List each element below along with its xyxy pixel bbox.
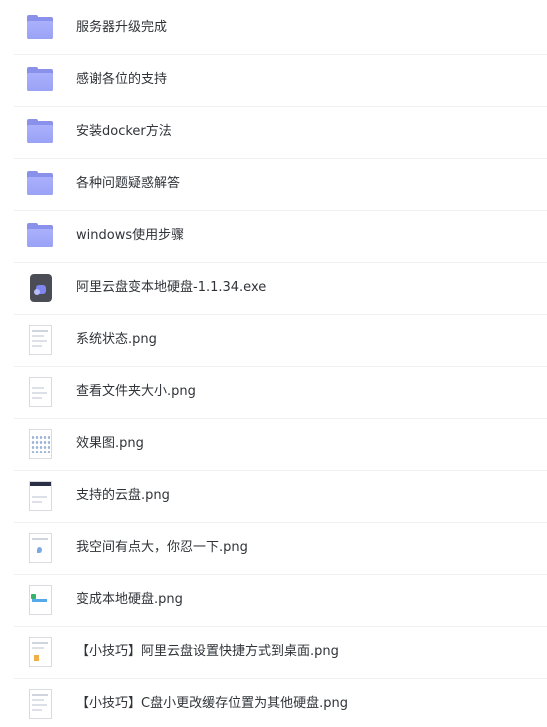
image-thumbnail-icon: [26, 377, 54, 407]
image-thumbnail-icon: [26, 689, 54, 719]
folder-icon: [26, 223, 54, 249]
file-row-image[interactable]: 系统状态.png: [14, 315, 547, 367]
folder-icon: [26, 67, 54, 93]
file-row-exe[interactable]: 阿里云盘变本地硬盘-1.1.34.exe: [14, 263, 547, 315]
file-name: 变成本地硬盘.png: [76, 592, 183, 607]
file-row-folder[interactable]: 各种问题疑惑解答: [14, 159, 547, 211]
file-row-folder[interactable]: 感谢各位的支持: [14, 55, 547, 107]
file-name: 支持的云盘.png: [76, 488, 170, 503]
folder-icon: [26, 171, 54, 197]
folder-icon: [26, 15, 54, 41]
file-name: 系统状态.png: [76, 332, 157, 347]
file-name: 【小技巧】C盘小更改缓存位置为其他硬盘.png: [76, 696, 348, 711]
folder-icon: [26, 119, 54, 145]
file-row-image[interactable]: 查看文件夹大小.png: [14, 367, 547, 419]
file-row-image[interactable]: 【小技巧】阿里云盘设置快捷方式到桌面.png: [14, 627, 547, 679]
file-name: 安装docker方法: [76, 124, 172, 139]
file-row-image[interactable]: 【小技巧】C盘小更改缓存位置为其他硬盘.png: [14, 679, 547, 727]
file-name: 各种问题疑惑解答: [76, 176, 181, 191]
file-name: 我空间有点大，你忍一下.png: [76, 540, 248, 555]
file-list: 服务器升级完成 感谢各位的支持 安装docker方法 各种问题疑惑解答 wind…: [0, 0, 547, 727]
file-row-image[interactable]: 支持的云盘.png: [14, 471, 547, 523]
file-name: 服务器升级完成: [76, 20, 168, 35]
file-name: 感谢各位的支持: [76, 72, 168, 87]
file-row-folder[interactable]: windows使用步骤: [14, 211, 547, 263]
image-thumbnail-icon: [26, 429, 54, 459]
file-name: 阿里云盘变本地硬盘-1.1.34.exe: [76, 280, 267, 295]
image-thumbnail-icon: [26, 585, 54, 615]
exe-file-icon: [26, 274, 54, 302]
file-row-folder[interactable]: 安装docker方法: [14, 107, 547, 159]
image-thumbnail-icon: [26, 533, 54, 563]
file-row-folder[interactable]: 服务器升级完成: [14, 3, 547, 55]
image-thumbnail-icon: [26, 325, 54, 355]
file-name: 效果图.png: [76, 436, 144, 451]
file-name: windows使用步骤: [76, 228, 185, 243]
file-row-image[interactable]: 变成本地硬盘.png: [14, 575, 547, 627]
file-name: 查看文件夹大小.png: [76, 384, 196, 399]
file-row-image[interactable]: 效果图.png: [14, 419, 547, 471]
image-thumbnail-icon: [26, 637, 54, 667]
image-thumbnail-icon: [26, 481, 54, 511]
file-name: 【小技巧】阿里云盘设置快捷方式到桌面.png: [76, 644, 339, 659]
file-row-image[interactable]: 我空间有点大，你忍一下.png: [14, 523, 547, 575]
